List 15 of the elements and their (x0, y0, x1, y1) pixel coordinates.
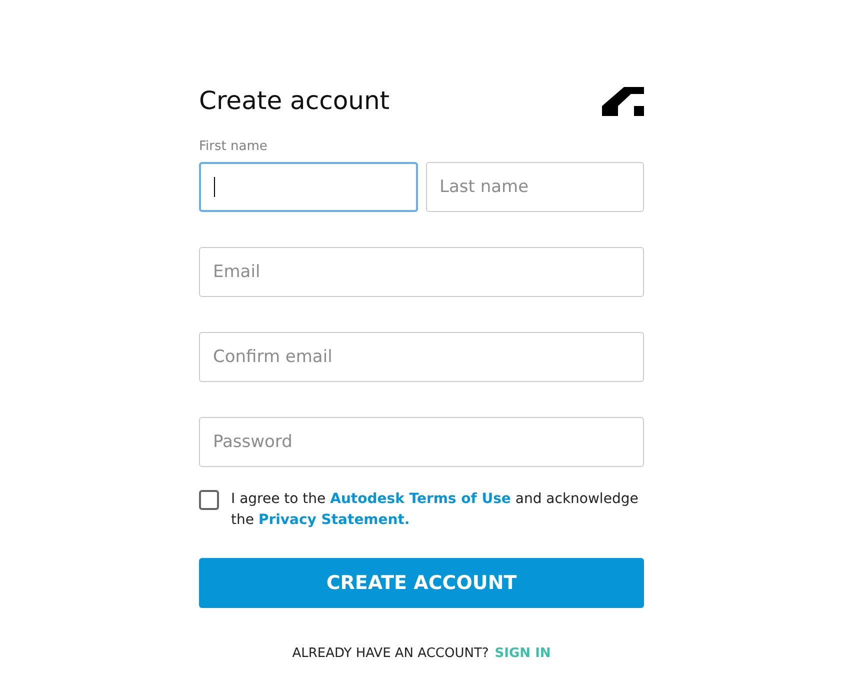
page-title: Create account (199, 85, 390, 117)
agree-checkbox[interactable] (199, 490, 219, 510)
input-field[interactable]: Last name (426, 162, 644, 212)
input-field[interactable]: Password (199, 417, 644, 467)
input-field[interactable]: Confirm email (199, 332, 644, 382)
agreement-link[interactable]: Privacy Statement. (258, 512, 410, 528)
input-field[interactable]: Email (199, 247, 644, 297)
field-label: First name (199, 139, 268, 155)
agreement-text: I agree to the Autodesk Terms of Use and acknowledge the Privacy Statement. (231, 490, 640, 530)
logo-icon (602, 87, 644, 116)
create-account-button[interactable]: CREATE ACCOUNT (199, 558, 644, 608)
input-field[interactable] (199, 162, 418, 212)
sign-in-prompt: ALREADY HAVE AN ACCOUNT? (292, 645, 489, 663)
sign-in-link[interactable]: SIGN IN (494, 644, 551, 664)
agreement-link[interactable]: Autodesk Terms of Use (330, 491, 511, 507)
